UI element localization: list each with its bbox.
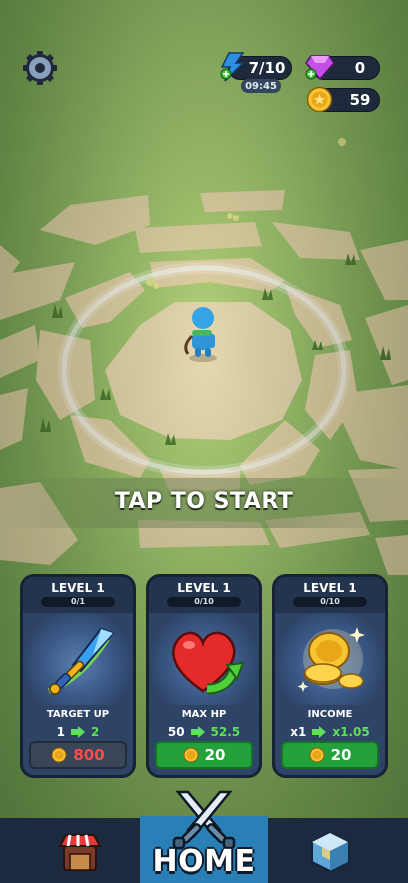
coin-icon: [51, 747, 67, 763]
hero-character: [184, 307, 217, 362]
stat-current: 1: [56, 725, 65, 739]
card-progress-label: 0/10: [194, 597, 214, 606]
shop-icon[interactable]: [58, 832, 102, 872]
sword-icon: [47, 627, 115, 695]
card-title: TARGET UP: [46, 709, 110, 720]
upgrade-card-target-up[interactable]: LEVEL 1 0/1 TARGET UP 1 2 800: [20, 574, 136, 778]
lightning-icon: [220, 52, 245, 82]
gem-value: 0: [354, 59, 366, 77]
stat-next: 2: [91, 725, 100, 739]
tap-to-start-label[interactable]: TAP TO START: [0, 489, 408, 514]
upgrade-buy-button[interactable]: 20: [281, 741, 379, 769]
arrow-right-icon: [71, 726, 85, 738]
card-art: [275, 613, 385, 705]
upgrade-price: 20: [204, 746, 226, 764]
upgrade-price: 800: [73, 746, 105, 764]
stat-next: x1.05: [332, 725, 370, 739]
gem-icon: [305, 55, 335, 81]
stat-next: 52.5: [210, 725, 241, 739]
card-title: INCOME: [307, 709, 353, 720]
arrow-right-icon: [190, 726, 205, 738]
stat-current: 50: [167, 725, 185, 739]
card-title: MAX HP: [181, 709, 227, 720]
heart-icon: [172, 631, 245, 695]
settings-button[interactable]: [22, 50, 58, 86]
card-progress-label: 0/10: [320, 597, 340, 606]
upgrade-price: 20: [330, 746, 352, 764]
card-level: LEVEL 1: [177, 581, 231, 595]
card-level: LEVEL 1: [303, 581, 357, 595]
coin-icon: [309, 747, 325, 763]
card-progress-label: 0/1: [70, 597, 86, 606]
card-level: LEVEL 1: [51, 581, 105, 595]
stat-current: x1: [290, 725, 307, 739]
upgrade-card-income[interactable]: LEVEL 1 0/10 INCOME x1 x1.05 20: [272, 574, 388, 778]
gear-icon: [23, 51, 57, 85]
coin-icon: [306, 86, 333, 113]
energy-value: 7/10: [248, 59, 286, 77]
cube-icon[interactable]: [308, 830, 352, 874]
upgrade-buy-button[interactable]: 800: [29, 741, 127, 769]
upgrade-buy-button[interactable]: 20: [155, 741, 253, 769]
crossed-swords-icon[interactable]: [170, 790, 238, 852]
card-stat-change: x1 x1.05: [275, 725, 385, 739]
upgrade-card-max-hp[interactable]: LEVEL 1 0/10 MAX HP 50 52.5 20: [146, 574, 262, 778]
nav-home-label[interactable]: HOME: [140, 844, 268, 879]
energy-timer: 09:45: [241, 79, 281, 93]
coin-value: 59: [349, 91, 371, 109]
card-art: [149, 613, 259, 705]
gold-coins-icon: [297, 627, 365, 692]
card-stat-change: 50 52.5: [149, 725, 259, 739]
card-stat-change: 1 2: [23, 725, 133, 739]
coin-icon: [183, 747, 199, 763]
arrow-right-icon: [312, 726, 327, 738]
card-art: [23, 613, 133, 705]
